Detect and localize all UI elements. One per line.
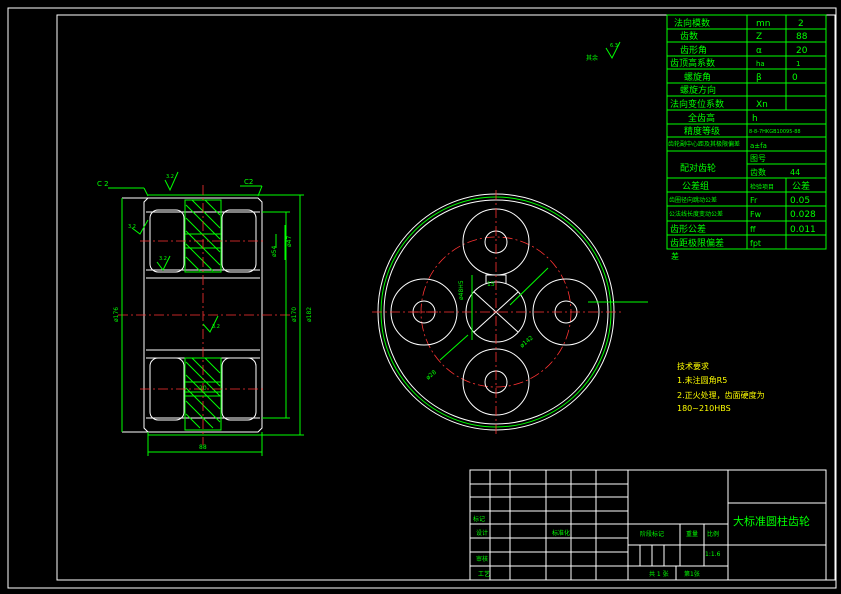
param-value: 0	[792, 73, 798, 83]
param-label: 齿顶高系数	[670, 57, 715, 69]
tb-scale-label: 比例	[707, 530, 719, 538]
tb-stage: 阶段标记	[640, 530, 664, 538]
tolerance-symbol: ff	[750, 225, 756, 234]
param-symbol: a±fa	[750, 142, 767, 150]
param-label: 法向变位系数	[670, 98, 724, 110]
param-symbol: β	[756, 73, 762, 83]
dim-inner-width: 20	[199, 385, 207, 392]
parameter-rows: 法向模数 mn 2 齿数 Z 88 齿形角 α 20 齿顶高系数 ha 1 螺旋…	[668, 17, 816, 261]
check-tolerance-header: 公差	[792, 180, 810, 192]
dim-bore-diameter: ø170	[291, 307, 298, 322]
check-item-header: 检验项目	[750, 183, 774, 191]
tolerance-value: 0.028	[790, 210, 816, 220]
param-symbol: Z	[756, 32, 762, 42]
param-symbol: Xn	[756, 100, 768, 110]
roughness-top-label: 3.2	[166, 174, 174, 180]
tolerance-symbol: fpt	[750, 239, 761, 248]
param-label: 精度等级	[684, 125, 720, 137]
roughness-note-value: 6.3	[610, 43, 618, 49]
param-value: 88	[796, 32, 808, 42]
tolerance-label: 公法线长度变动公差	[669, 210, 723, 218]
tb-sheet-total: 共 1 张	[649, 570, 669, 578]
tolerance-value: 0.011	[790, 225, 816, 235]
param-value: 8-8-7HKGB10095-88	[749, 129, 801, 135]
param-value: 20	[796, 46, 808, 56]
tb-review: 审核	[476, 555, 488, 563]
side-view-labels: C 2 C2 3.2 3.2 3.2 3.2 ø54 ø47 ø176 ø170…	[97, 174, 313, 451]
param-value: 2	[798, 19, 804, 29]
dim-pitch-circle: ø142	[519, 334, 535, 349]
dim-left-diameter: ø176	[113, 307, 120, 322]
param-label: 齿数	[680, 30, 698, 42]
param-label: 齿轮副中心距及其极限偏差	[668, 140, 740, 148]
dim-key: 15	[487, 281, 495, 288]
dim-hole: ø28	[425, 369, 438, 382]
param-label: 齿形角	[680, 44, 707, 56]
side-view	[108, 171, 304, 456]
chamfer-right-label: C2	[244, 178, 253, 186]
tolerance-label: 齿距极限偏差	[670, 237, 724, 249]
dim-hub-inner: ø54	[271, 246, 278, 257]
tolerance-label: 齿圈径向跳动公差	[669, 196, 717, 204]
tolerance-value: 0.05	[790, 196, 810, 206]
dim-outer-diameter: ø182	[306, 307, 313, 322]
dim-hub-outer: ø47	[286, 236, 293, 247]
roughness-note: 其余 6.3	[586, 41, 621, 62]
technical-notes: 技术要求 1.未注圆角R5 2.正火处理，齿面硬度为 180~210HBS	[677, 361, 765, 413]
front-view	[372, 190, 648, 436]
param-symbol: h	[752, 114, 758, 124]
part-name: 大标准圆柱齿轮	[733, 514, 810, 528]
check-group-label: 公差组	[682, 180, 709, 192]
tb-design: 设计	[476, 529, 488, 537]
notes-line2: 2.正火处理，齿面硬度为	[677, 390, 765, 400]
roughness-note-label: 其余	[586, 54, 598, 62]
chamfer-left-label: C 2	[97, 180, 109, 188]
param-label: 法向模数	[674, 17, 710, 29]
param-label: 螺旋角	[684, 71, 711, 83]
param-label: 全齿高	[688, 112, 715, 124]
dim-keyway: ø48H5	[458, 280, 465, 300]
param-symbol: mn	[756, 19, 770, 29]
mating-label: 配对齿轮	[680, 162, 716, 174]
param-value: 1	[796, 60, 800, 68]
notes-line1: 1.未注圆角R5	[677, 375, 727, 385]
roughness-mid-label: 3.2	[212, 324, 220, 330]
roughness-hub-label: 3.2	[159, 256, 167, 262]
tolerance-extra: 差	[671, 251, 679, 261]
tb-mark: 标记	[473, 515, 485, 523]
param-symbol: ha	[756, 60, 765, 68]
roughness-left-label: 3.2	[128, 224, 136, 230]
notes-line3: 180~210HBS	[677, 404, 731, 413]
dim-width: 88	[199, 444, 207, 451]
tb-standard: 标准化	[552, 529, 570, 537]
mating-teeth-label: 齿数	[750, 167, 766, 177]
notes-title: 技术要求	[677, 361, 709, 371]
tb-weight: 重量	[686, 530, 698, 538]
mating-teeth-value: 44	[790, 168, 800, 177]
mating-drawing-no: 图号	[750, 154, 766, 163]
tb-sheet-no: 第1张	[684, 570, 700, 578]
tolerance-symbol: Fw	[750, 210, 762, 219]
param-label: 螺旋方向	[680, 84, 716, 96]
tb-process: 工艺	[478, 570, 490, 578]
front-view-labels: ø48H5 15 ø142 ø28	[425, 280, 535, 381]
drawing-sheet: C 2 C2 3.2 3.2 3.2 3.2 ø54 ø47 ø176 ø170…	[7, 7, 837, 589]
tolerance-symbol: Fr	[750, 196, 758, 205]
param-symbol: α	[756, 46, 762, 56]
tolerance-label: 齿形公差	[670, 223, 706, 235]
tb-scale: 1:1.6	[705, 551, 721, 558]
